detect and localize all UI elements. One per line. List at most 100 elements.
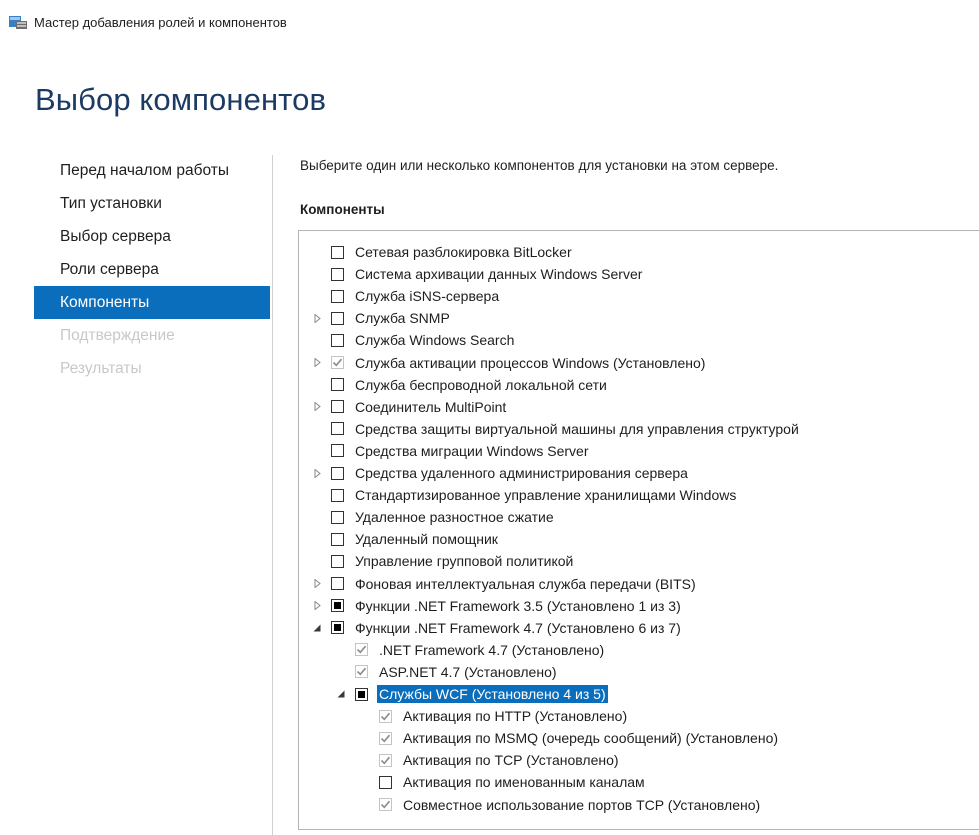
component-row[interactable]: Функции .NET Framework 4.7 (Установлено …: [312, 617, 681, 639]
component-label: Средства миграции Windows Server: [355, 442, 589, 459]
component-row[interactable]: Удаленное разностное сжатие: [312, 506, 554, 528]
component-checkbox[interactable]: [331, 510, 344, 524]
component-row[interactable]: Служба Windows Search: [312, 329, 514, 351]
components-tree[interactable]: Сетевая разблокировка BitLocker Система а…: [298, 230, 979, 830]
page-title: Выбор компонентов: [35, 82, 327, 117]
expand-arrow-icon[interactable]: [312, 601, 322, 611]
component-checkbox[interactable]: [355, 687, 368, 701]
instruction-text: Выберите один или несколько компонентов …: [300, 158, 779, 173]
component-row[interactable]: Функции .NET Framework 3.5 (Установлено …: [312, 595, 681, 617]
component-label: Совместное использование портов TCP (Уст…: [403, 796, 761, 813]
component-label: Служба активации процессов Windows (Уста…: [355, 354, 706, 371]
component-row[interactable]: Средства миграции Windows Server: [312, 440, 589, 462]
component-label: Удаленное разностное сжатие: [355, 509, 554, 526]
expand-arrow-icon[interactable]: [312, 468, 322, 478]
component-row[interactable]: Активация по именованным каналам: [360, 771, 645, 793]
component-checkbox: [379, 731, 392, 745]
component-checkbox[interactable]: [331, 444, 344, 458]
component-row[interactable]: Средства защиты виртуальной машины для у…: [312, 418, 799, 440]
nav-item-1[interactable]: Перед началом работы: [34, 154, 270, 187]
collapse-arrow-icon[interactable]: [312, 623, 322, 633]
component-checkbox[interactable]: [331, 333, 344, 347]
component-row[interactable]: Стандартизированное управление хранилища…: [312, 484, 736, 506]
expand-arrow-icon[interactable]: [312, 579, 322, 589]
component-label: Функции .NET Framework 4.7 (Установлено …: [355, 619, 681, 636]
checkmark-icon: [380, 800, 391, 809]
component-label: ASP.NET 4.7 (Установлено): [379, 663, 557, 680]
collapse-arrow-icon[interactable]: [336, 689, 346, 699]
component-row[interactable]: Служба беспроводной локальной сети: [312, 374, 607, 396]
component-checkbox[interactable]: [331, 245, 344, 259]
wizard-navigation: Перед началом работы Тип установки Выбор с…: [34, 154, 270, 385]
component-checkbox[interactable]: [331, 400, 344, 414]
component-row[interactable]: Сетевая разблокировка BitLocker: [312, 241, 572, 263]
component-row[interactable]: Активация по TCP (Установлено): [360, 749, 619, 771]
component-row[interactable]: Соединитель MultiPoint: [312, 396, 506, 418]
component-checkbox[interactable]: [331, 422, 344, 436]
component-row[interactable]: Службы WCF (Установлено 4 из 5): [336, 683, 608, 705]
component-checkbox[interactable]: [331, 599, 344, 613]
window-titlebar: Мастер добавления ролей и компонентов: [8, 12, 287, 32]
component-label: Активация по HTTP (Установлено): [403, 708, 628, 725]
component-row[interactable]: Совместное использование портов TCP (Уст…: [360, 794, 760, 816]
component-label: Стандартизированное управление хранилища…: [355, 487, 737, 504]
component-row[interactable]: Система архивации данных Windows Server: [312, 263, 642, 285]
checkmark-icon: [380, 712, 391, 721]
component-row[interactable]: Активация по MSMQ (очередь сообщений) (У…: [360, 727, 778, 749]
nav-item-5[interactable]: Компоненты: [34, 286, 270, 319]
component-label: Система архивации данных Windows Server: [355, 266, 643, 283]
partial-check-indicator: [358, 690, 365, 698]
component-label: Средства защиты виртуальной машины для у…: [355, 420, 799, 437]
component-checkbox[interactable]: [331, 488, 344, 502]
component-checkbox[interactable]: [331, 378, 344, 392]
component-label: .NET Framework 4.7 (Установлено): [379, 641, 605, 658]
checkmark-icon: [332, 358, 343, 367]
nav-item-4[interactable]: Роли сервера: [34, 253, 270, 286]
component-label: Активация по TCP (Установлено): [403, 752, 619, 769]
component-checkbox[interactable]: [331, 466, 344, 480]
component-label: Средства удаленного администрирования се…: [355, 465, 688, 481]
component-label: Активация по MSMQ (очередь сообщений) (У…: [403, 730, 779, 747]
component-row[interactable]: ASP.NET 4.7 (Установлено): [336, 661, 557, 683]
component-label: Фоновая интеллектуальная служба передачи…: [355, 575, 696, 592]
component-row[interactable]: Удаленный помощник: [312, 528, 498, 550]
nav-item-2[interactable]: Тип установки: [34, 187, 270, 220]
component-label: Служба SNMP: [355, 310, 450, 327]
component-label: Удаленный помощник: [355, 531, 498, 548]
nav-item-6: Подтверждение: [60, 327, 175, 344]
component-label: Активация по именованным каналам: [403, 774, 645, 791]
component-checkbox[interactable]: [331, 577, 344, 590]
component-checkbox: [379, 709, 392, 723]
checkmark-icon: [380, 756, 391, 765]
component-row[interactable]: Управление групповой политикой: [312, 550, 573, 572]
component-row[interactable]: Служба SNMP: [312, 307, 450, 329]
checkmark-icon: [380, 734, 391, 743]
component-checkbox[interactable]: [331, 267, 344, 281]
nav-item-3[interactable]: Выбор сервера: [34, 220, 270, 253]
expand-arrow-icon[interactable]: [312, 313, 322, 323]
component-checkbox[interactable]: [331, 532, 344, 546]
component-row[interactable]: Средства удаленного администрирования се…: [312, 462, 688, 484]
expand-arrow-icon[interactable]: [312, 402, 322, 412]
expand-arrow-icon[interactable]: [312, 358, 322, 368]
component-label: Сетевая разблокировка BitLocker: [355, 244, 572, 260]
component-checkbox: [331, 356, 344, 369]
component-row[interactable]: .NET Framework 4.7 (Установлено): [336, 639, 604, 661]
server-manager-wizard-icon: [8, 14, 28, 30]
checkmark-icon: [356, 668, 367, 676]
component-label: Функции .NET Framework 3.5 (Установлено …: [355, 597, 681, 614]
partial-check-indicator: [334, 624, 341, 632]
component-checkbox[interactable]: [331, 289, 344, 303]
component-checkbox: [355, 643, 368, 657]
component-checkbox[interactable]: [331, 311, 344, 325]
component-label: Служба Windows Search: [355, 332, 515, 349]
component-checkbox[interactable]: [379, 775, 392, 789]
component-checkbox: [355, 665, 368, 679]
component-row[interactable]: Активация по HTTP (Установлено): [360, 705, 627, 727]
component-label: Службы WCF (Установлено 4 из 5): [377, 685, 608, 703]
component-row[interactable]: Фоновая интеллектуальная служба передачи…: [312, 573, 696, 595]
component-row[interactable]: Служба активации процессов Windows (Уста…: [312, 352, 705, 374]
component-row[interactable]: Служба iSNS-сервера: [312, 285, 499, 307]
component-checkbox[interactable]: [331, 621, 344, 635]
component-checkbox[interactable]: [331, 554, 344, 568]
